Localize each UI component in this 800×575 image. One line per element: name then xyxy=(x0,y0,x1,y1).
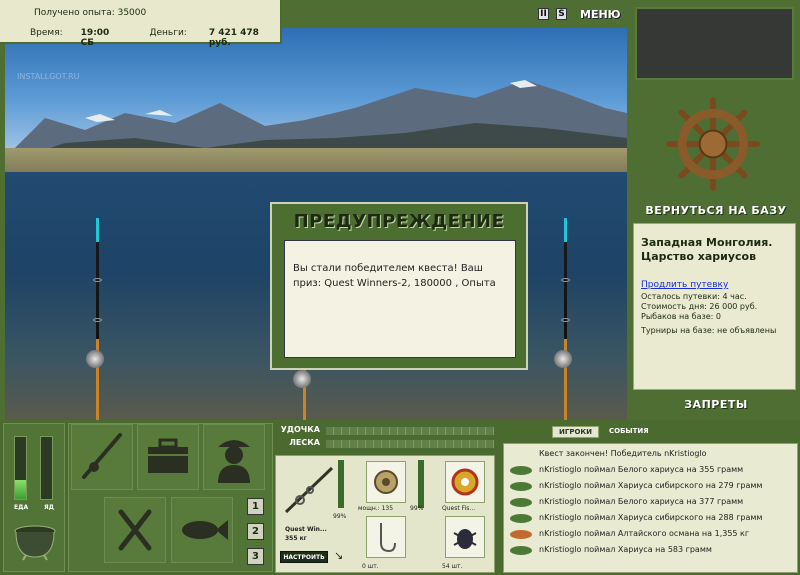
rod-percent: 99% xyxy=(333,513,347,520)
watermark-text: INSTALLGOT.RU xyxy=(17,72,80,81)
extend-voucher-link[interactable]: Продлить путевку xyxy=(641,280,789,290)
fishing-rod-1[interactable] xyxy=(86,218,104,420)
fish-icon xyxy=(182,520,228,540)
lure-slot[interactable] xyxy=(445,461,485,503)
hook-slot[interactable] xyxy=(366,516,406,558)
tackle-box-icon xyxy=(148,438,188,473)
event-row: nKristioglo поймал Алтайского османа на … xyxy=(504,527,797,541)
bans-button[interactable]: ЗАПРЕТЫ xyxy=(636,398,796,411)
events-tabs: ИГРОКИ СОБЫТИЯ xyxy=(552,426,655,438)
money-label: Деньги: xyxy=(149,28,187,38)
event-text: nKristioglo поймал Алтайского османа на … xyxy=(539,529,750,538)
hook-icon xyxy=(380,523,396,553)
event-row: nKristioglo поймал Хариуса на 583 грамм xyxy=(504,543,797,557)
cauldron-icon[interactable] xyxy=(10,519,60,561)
event-text: nKristioglo поймал Хариуса сибирского на… xyxy=(539,481,763,490)
tournaments-status: Турниры на базе: не объявлены xyxy=(641,326,777,335)
rod-weight: 355 кг xyxy=(285,535,307,542)
ship-wheel-icon[interactable] xyxy=(665,96,761,192)
rod-icon xyxy=(82,433,122,479)
line-spool-icon xyxy=(451,468,479,496)
slot-2-button[interactable]: 2 xyxy=(247,523,264,540)
dialog-message: Вы стали победителем квеста! Ваш приз: Q… xyxy=(284,240,516,358)
rod-durability-bar xyxy=(325,426,495,436)
slot-1-button[interactable]: 1 xyxy=(247,498,264,515)
event-row: nKristioglo поймал Белого хариуса на 377… xyxy=(504,495,797,509)
events-log: Квест закончен! Победитель nKristioglo n… xyxy=(503,443,798,573)
reel-power: мощн.: 135 xyxy=(358,505,394,512)
slot-3-button[interactable]: 3 xyxy=(247,548,264,565)
kitchen-tile[interactable] xyxy=(104,497,166,563)
time-label: Время: xyxy=(30,28,63,38)
fork-knife-icon xyxy=(118,509,152,551)
pause-button[interactable]: II xyxy=(538,8,549,20)
fish-icon xyxy=(510,498,532,507)
event-text: nKristioglo поймал Белого хариуса на 355… xyxy=(539,465,744,474)
rod-bar-label: УДОЧКА xyxy=(280,425,320,434)
reel-icon xyxy=(374,470,398,494)
fishing-rod-3[interactable] xyxy=(554,218,572,420)
reel-percent: 99% xyxy=(410,505,424,512)
tab-players[interactable]: ИГРОКИ xyxy=(552,426,599,438)
reel-condition-bar xyxy=(418,460,424,508)
status-panel: ЕДА ЯД xyxy=(3,423,65,572)
food-label: ЕДА xyxy=(14,504,29,511)
rod-tile[interactable] xyxy=(71,424,133,490)
hook-count: 0 шт. xyxy=(362,563,379,570)
bait-count: 54 шт. xyxy=(442,563,463,570)
fish-icon xyxy=(510,466,532,475)
day-cost: Стоимость дня: 26 000 руб. xyxy=(641,302,758,311)
event-row: nKristioglo поймал Хариуса сибирского на… xyxy=(504,479,797,493)
tackle-box-tile[interactable] xyxy=(137,424,199,490)
rod-name: Quest Win... xyxy=(285,526,327,533)
return-to-base-button[interactable]: ВЕРНУТЬСЯ НА БАЗУ xyxy=(636,204,796,217)
tune-button[interactable]: НАСТРОИТЬ xyxy=(280,551,328,563)
dialog-title: ПРЕДУПРЕЖДЕНИЕ xyxy=(293,211,505,232)
time-value: 19:00 СБ xyxy=(80,28,110,48)
location-title: Западная Монголия. Царство хариусов xyxy=(641,236,773,263)
fish-icon xyxy=(510,514,532,523)
rod-gear-icon[interactable] xyxy=(280,460,336,520)
fish-icon xyxy=(510,546,532,555)
event-row: nKristioglo поймал Белого хариуса на 355… xyxy=(504,463,797,477)
fish-icon xyxy=(510,530,532,539)
experience-gained: Получено опыта: 35000 xyxy=(34,8,147,18)
angler-icon xyxy=(218,440,250,483)
player-info-panel: Получено опыта: 35000 Время: 19:00 СБ Де… xyxy=(0,0,282,48)
location-info: Западная Монголия. Царство хариусов Прод… xyxy=(633,223,796,390)
warning-dialog[interactable]: ПРЕДУПРЕЖДЕНИЕ Вы стали победителем квес… xyxy=(270,202,528,370)
sound-button[interactable]: S xyxy=(556,8,567,20)
food-meter xyxy=(14,436,27,500)
shoreline xyxy=(5,148,627,174)
event-row: nKristioglo поймал Хариуса сибирского на… xyxy=(504,511,797,525)
event-text: nKristioglo поймал Хариуса сибирского на… xyxy=(539,513,763,522)
bait-slot[interactable] xyxy=(445,516,485,558)
minimap-panel xyxy=(635,7,794,80)
poison-label: ЯД xyxy=(44,504,54,511)
money-value: 7 421 478 руб. xyxy=(208,28,259,48)
voucher-remaining: Осталось путевки: 4 час. xyxy=(641,292,747,301)
bug-bait-icon xyxy=(453,529,477,549)
event-text: nKristioglo поймал Белого хариуса на 377… xyxy=(539,497,744,506)
angler-tile[interactable] xyxy=(203,424,265,490)
rod-condition-bar xyxy=(338,460,344,508)
event-text: Квест закончен! Победитель nKristioglo xyxy=(539,449,707,458)
line-bar-label: ЛЕСКА xyxy=(289,438,320,447)
line-durability-bar xyxy=(325,439,495,449)
arrow-icon: ↘ xyxy=(334,549,344,562)
lure-name: Quest Fis... xyxy=(442,505,476,512)
fish-icon xyxy=(510,482,532,491)
poison-meter xyxy=(40,436,53,500)
reel-slot[interactable] xyxy=(366,461,406,503)
fish-tile[interactable] xyxy=(171,497,233,563)
menu-button[interactable]: МЕНЮ xyxy=(580,8,621,21)
food-meter-fill xyxy=(15,480,26,499)
event-text: nKristioglo поймал Хариуса на 583 грамм xyxy=(539,545,712,554)
anglers-at-base: Рыбаков на базе: 0 xyxy=(641,312,721,321)
event-row: Квест закончен! Победитель nKristioglo xyxy=(504,447,797,461)
tab-events[interactable]: СОБЫТИЯ xyxy=(603,426,655,438)
